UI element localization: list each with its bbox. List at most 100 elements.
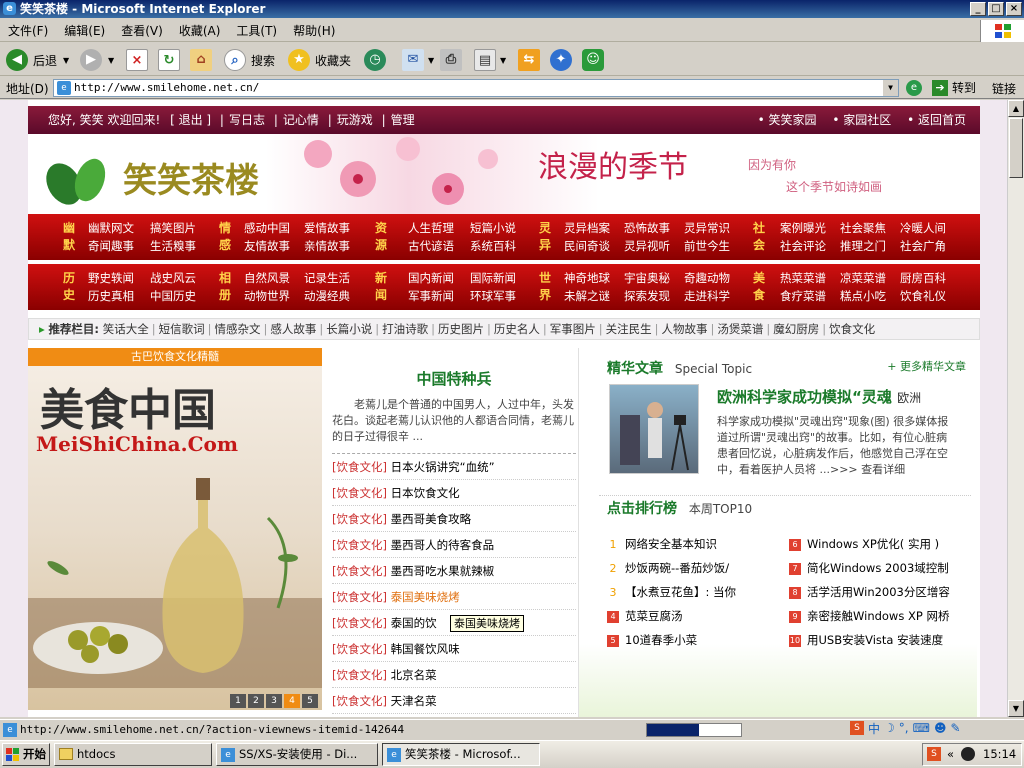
nav-link[interactable]: 爱情故事 <box>304 220 350 237</box>
menu-edit[interactable]: 编辑(E) <box>56 20 113 42</box>
rank-item[interactable]: 3 【水煮豆花鱼】: 当你 <box>607 584 736 600</box>
home-site-link[interactable]: • 笑笑家园 <box>758 113 817 127</box>
taskbar-item-ie[interactable]: e 笑笑茶楼 - Microsof... <box>382 743 540 766</box>
nav-link[interactable]: 自然风景 <box>244 270 290 287</box>
nav-link[interactable]: 饮食礼仪 <box>900 288 946 305</box>
recommend-link[interactable]: 魔幻厨房 <box>773 322 819 336</box>
recommend-link[interactable]: 短信歌词 <box>159 322 205 336</box>
ime-s-icon[interactable]: S <box>927 747 941 761</box>
nav-link[interactable]: 案例曝光 <box>780 220 826 237</box>
list-item[interactable]: [饮食文化] 日本饮食文化 <box>332 480 576 506</box>
site-logo[interactable]: 笑笑茶楼 <box>38 144 278 205</box>
forward-button[interactable]: ▶ ▼ <box>80 47 114 73</box>
recommend-link[interactable]: 饮食文化 <box>829 322 875 336</box>
nav-link[interactable]: 野史轶闻 <box>88 270 134 287</box>
chevron-down-icon[interactable]: ▼ <box>63 56 69 65</box>
favorites-button[interactable]: ★ 收藏夹 <box>288 47 351 73</box>
list-item[interactable]: [饮食文化] 墨西哥人的待客食品 <box>332 532 576 558</box>
maximize-button[interactable]: □ <box>988 2 1004 16</box>
article-thumbnail[interactable] <box>609 384 699 474</box>
recommend-link[interactable]: 情感杂文 <box>214 322 260 336</box>
qq-button[interactable]: ☺ <box>582 47 604 73</box>
nav-link[interactable]: 亲情故事 <box>304 238 350 255</box>
close-button[interactable]: × <box>1006 2 1022 16</box>
refresh-button[interactable]: ↻ <box>158 47 180 73</box>
recommend-link[interactable]: 军事图片 <box>550 322 596 336</box>
nav-link[interactable]: 探索发现 <box>624 288 670 305</box>
pager-button[interactable]: 2 <box>248 694 264 708</box>
qq-penguin-icon[interactable] <box>961 747 975 761</box>
admin-link[interactable]: 管理 <box>391 113 415 127</box>
special-headline[interactable]: 欧洲科学家成功模拟“灵魂 欧洲 <box>717 386 921 407</box>
pager-button[interactable]: 5 <box>302 694 318 708</box>
back-home-link[interactable]: • 返回首页 <box>907 113 966 127</box>
rank-item[interactable]: 4 苋菜豆腐汤 <box>607 608 683 624</box>
nav-link[interactable]: 中国历史 <box>150 288 196 305</box>
go-button[interactable]: ➔ 转到 <box>932 79 976 96</box>
rank-item[interactable]: 10 用USB安装Vista 安装速度 <box>789 632 943 648</box>
recommend-link[interactable]: 感人故事 <box>270 322 316 336</box>
nav-link[interactable]: 民间奇谈 <box>564 238 610 255</box>
nav-link[interactable]: 灵异常识 <box>684 220 730 237</box>
nav-link[interactable]: 前世今生 <box>684 238 730 255</box>
nav-link[interactable]: 推理之门 <box>840 238 886 255</box>
chevron-down-icon[interactable]: ▼ <box>500 56 506 65</box>
nav-link[interactable]: 感动中国 <box>244 220 290 237</box>
recommend-link[interactable]: 笑话大全 <box>103 322 149 336</box>
mid-title[interactable]: 中国特种兵 <box>332 368 576 389</box>
stop-button[interactable]: × <box>126 47 148 73</box>
scroll-up-arrow-icon[interactable]: ▲ <box>1008 100 1024 117</box>
nav-link[interactable]: 社会广角 <box>900 238 946 255</box>
pager-button-active[interactable]: 4 <box>284 694 300 708</box>
more-special-link[interactable]: + 更多精华文章 <box>887 358 966 374</box>
games-link[interactable]: 玩游戏 <box>337 113 373 127</box>
nav-link[interactable]: 恐怖故事 <box>624 220 670 237</box>
mail-button[interactable]: ✉ ▼ <box>402 47 434 73</box>
scroll-down-arrow-icon[interactable]: ▼ <box>1008 700 1024 717</box>
list-item[interactable]: [饮食文化] 墨西哥吃水果就辣椒 <box>332 558 576 584</box>
nav-link[interactable]: 糕点小吃 <box>840 288 886 305</box>
nav-link[interactable]: 凉菜菜谱 <box>840 270 886 287</box>
rank-item[interactable]: 1 网络安全基本知识 <box>607 536 717 552</box>
menu-file[interactable]: 文件(F) <box>0 20 56 42</box>
minimize-button[interactable]: _ <box>970 2 986 16</box>
recommend-link[interactable]: 人物故事 <box>661 322 707 336</box>
mood-link[interactable]: 记心情 <box>283 113 319 127</box>
recommend-link[interactable]: 汤煲菜谱 <box>717 322 763 336</box>
back-button[interactable]: ◀ 后退 ▼ <box>6 47 69 73</box>
discuss-button[interactable]: ⇆ <box>518 47 540 73</box>
nav-link[interactable]: 动漫经典 <box>304 288 350 305</box>
nav-link[interactable]: 军事新闻 <box>408 288 454 305</box>
nav-link[interactable]: 社会评论 <box>780 238 826 255</box>
chevron-down-icon[interactable]: ▼ <box>428 56 434 65</box>
punct-icon[interactable]: °, <box>899 721 909 735</box>
recommend-link[interactable]: 打油诗歌 <box>382 322 428 336</box>
nav-link[interactable]: 战史风云 <box>150 270 196 287</box>
nav-link[interactable]: 奇闻趣事 <box>88 238 134 255</box>
keyboard-icon[interactable]: ⌨ <box>913 721 930 735</box>
nav-link[interactable]: 记录生活 <box>304 270 350 287</box>
menu-help[interactable]: 帮助(H) <box>285 20 343 42</box>
nav-link[interactable]: 冷暖人间 <box>900 220 946 237</box>
recommend-link[interactable]: 历史名人 <box>494 322 540 336</box>
nav-link[interactable]: 厨房百科 <box>900 270 946 287</box>
list-item-hover[interactable]: [饮食文化] 泰国美味烧烤 <box>332 584 576 610</box>
history-button[interactable]: ◷ <box>364 47 386 73</box>
nav-link[interactable]: 友情故事 <box>244 238 290 255</box>
list-item[interactable]: [饮食文化] 墨西哥美食攻略 <box>332 506 576 532</box>
nav-link[interactable]: 神奇地球 <box>564 270 610 287</box>
chevron-down-icon[interactable]: ▼ <box>108 56 114 65</box>
nav-link[interactable]: 幽默网文 <box>88 220 134 237</box>
list-item[interactable]: [饮食文化] 北京名菜 <box>332 662 576 688</box>
rank-item[interactable]: 8 活学活用Win2003分区增容 <box>789 584 950 600</box>
edit-button[interactable]: ▤ ▼ <box>474 47 506 73</box>
nav-link[interactable]: 古代谚语 <box>408 238 454 255</box>
community-link[interactable]: • 家园社区 <box>832 113 891 127</box>
pager-button[interactable]: 3 <box>266 694 282 708</box>
rank-item[interactable]: 2 炒饭两碗--番茄炒饭/ <box>607 560 729 576</box>
nav-link[interactable]: 生活糗事 <box>150 238 196 255</box>
nav-link[interactable]: 系统百科 <box>470 238 516 255</box>
list-item[interactable]: [饮食文化] 韩国餐饮风味 <box>332 636 576 662</box>
home-button[interactable]: ⌂ <box>190 47 212 73</box>
rank-item[interactable]: 9 亲密接触Windows XP 网桥 <box>789 608 949 624</box>
